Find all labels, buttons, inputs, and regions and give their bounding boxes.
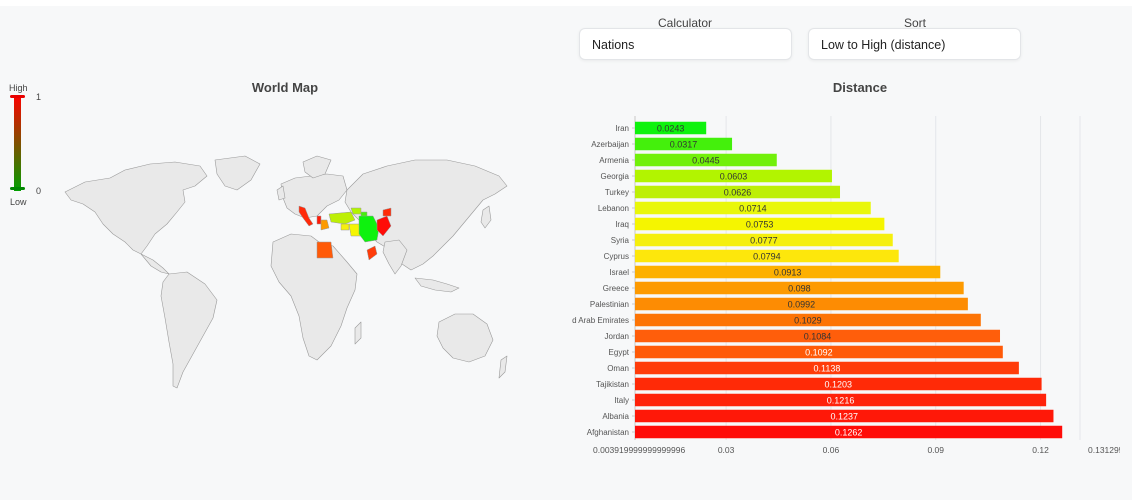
legend-min-handle[interactable] — [10, 187, 25, 190]
bar-value-label: 0.0913 — [774, 268, 802, 278]
category-label: Palestinian — [590, 300, 629, 309]
chart-title: Distance — [832, 80, 888, 95]
bar-value-label: 0.0714 — [739, 204, 767, 214]
map-australia[interactable] — [436, 313, 494, 363]
map-europe[interactable] — [280, 173, 348, 219]
bar-value-label: 0.1203 — [825, 380, 853, 390]
category-label: Azerbaijan — [591, 140, 629, 149]
category-label: d Arab Emirates — [572, 316, 629, 325]
map-north-america[interactable] — [64, 161, 208, 255]
category-label: Afghanistan — [587, 428, 629, 437]
bar-value-label: 0.0243 — [657, 124, 685, 134]
map-country-georgia[interactable] — [350, 207, 362, 215]
bar-value-label: 0.1138 — [814, 364, 841, 374]
bar-value-label: 0.1216 — [827, 396, 855, 406]
category-label: Albania — [602, 412, 629, 421]
map-india[interactable] — [382, 239, 408, 275]
map-country-oman[interactable] — [366, 245, 378, 261]
category-label: Georgia — [601, 172, 630, 181]
map-central-america[interactable] — [140, 253, 170, 275]
category-label: Jordan — [605, 332, 629, 341]
category-label: Italy — [614, 396, 629, 405]
category-label: Turkey — [605, 188, 629, 197]
color-legend-bar — [10, 95, 25, 191]
map-country-egypt[interactable] — [316, 241, 334, 259]
legend-max-handle[interactable] — [10, 95, 25, 98]
calculator-select[interactable]: Nations — [579, 28, 792, 60]
map-africa[interactable] — [270, 233, 358, 361]
x-tick-label: 0.131295 — [1088, 445, 1120, 455]
bar-value-label: 0.0445 — [692, 156, 720, 166]
map-japan[interactable] — [480, 205, 492, 229]
bar-value-label: 0.098 — [788, 284, 811, 294]
distance-chart: Iran 0.0243 Azerbaijan 0.0317 Armenia 0.0445 G… — [572, 116, 1120, 455]
map-south-america[interactable] — [160, 271, 218, 389]
bar-value-label: 0.0753 — [746, 220, 774, 230]
bar-value-label: 0.0626 — [724, 188, 752, 198]
bar-value-label: 0.1262 — [835, 428, 863, 438]
legend-low-label: Low — [10, 197, 27, 207]
category-label: Oman — [607, 364, 629, 373]
bar-value-label: 0.0603 — [720, 172, 748, 182]
map-greenland[interactable] — [214, 155, 261, 191]
map-title: World Map — [251, 80, 319, 95]
x-tick-label: 0.06 — [823, 445, 840, 455]
bar-value-label: 0.1092 — [805, 348, 833, 358]
x-tick-label: 0.03 — [718, 445, 735, 455]
map-country-turkey[interactable] — [328, 211, 356, 225]
legend-min-value: 0 — [36, 186, 42, 196]
map-country-syria[interactable] — [340, 223, 350, 231]
map-madagascar[interactable] — [354, 321, 362, 345]
x-tick-label: 0.12 — [1032, 445, 1049, 455]
legend-gradient — [14, 95, 21, 191]
bar-value-label: 0.0794 — [753, 252, 781, 262]
sort-select[interactable]: Low to High (distance) — [808, 28, 1021, 60]
world-map[interactable] — [55, 150, 515, 400]
category-label: Lebanon — [598, 204, 629, 213]
category-label: Syria — [611, 236, 630, 245]
bar-value-label: 0.1029 — [794, 316, 822, 326]
map-country-greece[interactable] — [320, 219, 330, 231]
map-country-albania[interactable] — [316, 215, 322, 225]
x-tick-label: 0.003919999999999996 — [593, 445, 685, 455]
category-label: Cyprus — [604, 252, 629, 261]
bar-value-label: 0.0777 — [750, 236, 778, 246]
legend-max-value: 1 — [36, 92, 42, 102]
bar-value-label: 0.1084 — [804, 332, 832, 342]
x-tick-label: 0.09 — [927, 445, 944, 455]
category-label: Tajikistan — [596, 380, 629, 389]
bar-value-label: 0.1237 — [830, 412, 858, 422]
map-indonesia[interactable] — [414, 277, 460, 293]
category-label: Egypt — [609, 348, 630, 357]
category-label: Israel — [609, 268, 629, 277]
category-label: Iraq — [615, 220, 629, 229]
category-label: Greece — [603, 284, 630, 293]
bar-value-label: 0.0992 — [788, 300, 816, 310]
bar-value-label: 0.0317 — [670, 140, 698, 150]
category-label: Iran — [615, 124, 629, 133]
category-label: Armenia — [599, 156, 629, 165]
map-new-zealand[interactable] — [498, 355, 508, 379]
top-strip — [0, 0, 1132, 6]
